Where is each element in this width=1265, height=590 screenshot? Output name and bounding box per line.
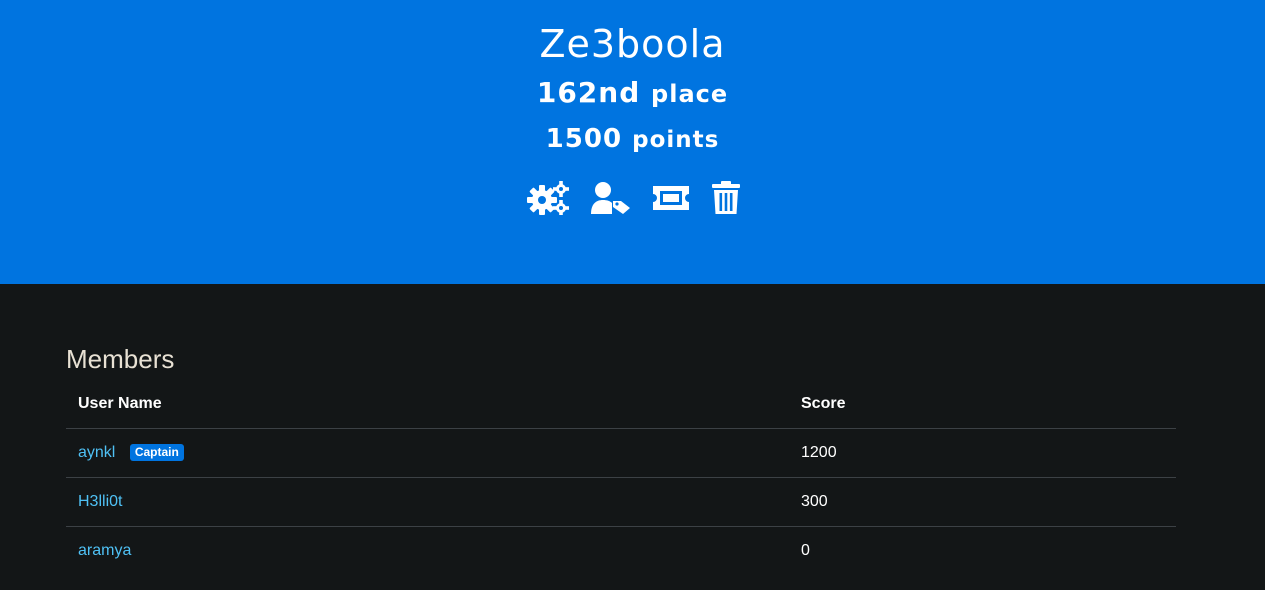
table-row: aynkl Captain 1200 <box>66 428 1176 478</box>
table-row: H3lli0t 300 <box>66 477 1176 527</box>
user-tag-icon <box>590 182 630 214</box>
settings-button[interactable] <box>526 181 569 215</box>
team-place: 162nd place <box>0 71 1265 116</box>
members-section: Members User Name Score aynkl Captain 12… <box>0 284 1265 576</box>
team-name: Ze3boola <box>539 22 726 66</box>
team-place-number: 162nd <box>536 76 641 109</box>
member-score: 300 <box>789 477 1176 527</box>
member-score: 0 <box>801 541 810 559</box>
member-name-cell: aramya <box>66 527 789 576</box>
delete-button[interactable] <box>711 181 741 215</box>
member-link[interactable]: H3lli0t <box>78 493 122 510</box>
member-score: 1200 <box>789 428 1176 478</box>
team-header: Ze3boola 162nd place 1500 points <box>0 0 1265 284</box>
member-name-cell: H3lli0t <box>66 477 789 527</box>
team-points-number: 1500 <box>545 124 623 154</box>
team-place-suffix: place <box>651 80 729 108</box>
member-name-cell: aynkl Captain <box>66 428 789 478</box>
member-link[interactable]: aramya <box>78 542 131 559</box>
ticket-button[interactable] <box>651 183 691 213</box>
team-actions <box>0 178 1265 218</box>
table-row: aramya 0 <box>66 527 1176 576</box>
user-tag-button[interactable] <box>589 181 631 215</box>
members-title: Members <box>66 344 175 374</box>
table-header-row: User Name Score <box>66 383 1176 429</box>
members-table: User Name Score aynkl Captain 1200 H3lli… <box>66 383 1176 576</box>
team-points-suffix: points <box>632 127 720 153</box>
gears-icon <box>526 181 569 215</box>
trash-icon <box>711 181 740 214</box>
column-header-score: Score <box>789 383 1176 429</box>
column-header-user-name: User Name <box>66 383 789 429</box>
member-link[interactable]: aynkl <box>78 444 115 461</box>
team-points: 1500 points <box>0 117 1265 162</box>
ticket-icon <box>652 186 689 210</box>
captain-badge: Captain <box>129 443 184 461</box>
